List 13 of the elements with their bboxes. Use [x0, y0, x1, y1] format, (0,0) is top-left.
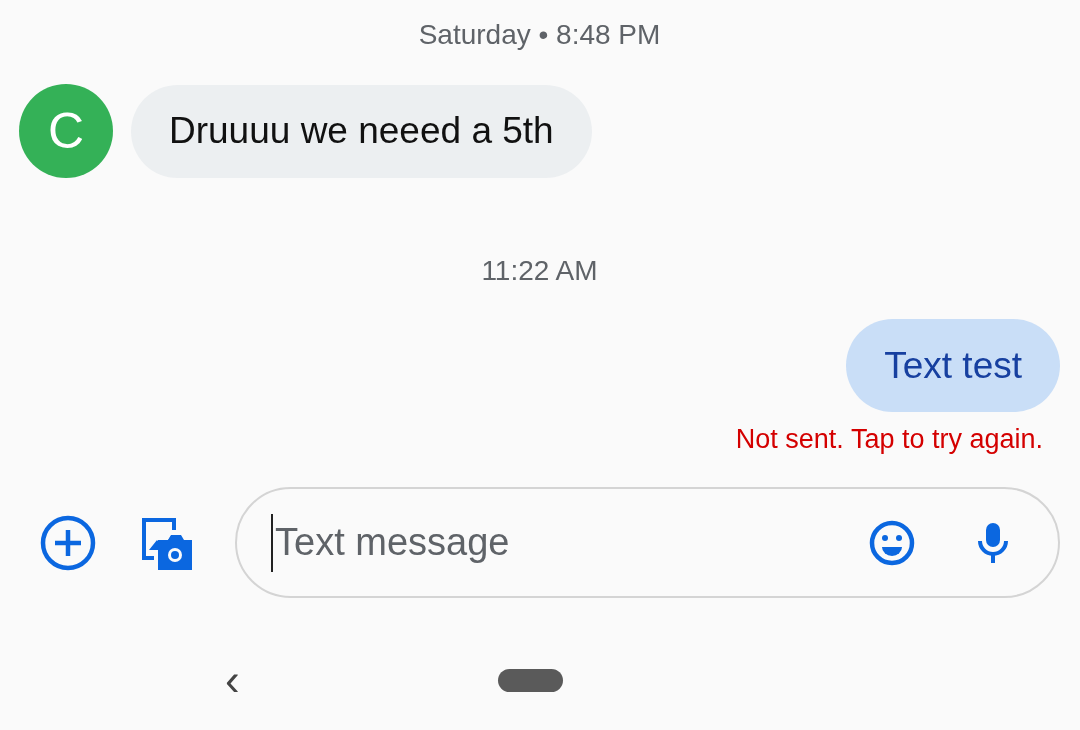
add-icon[interactable]: [40, 514, 96, 571]
microphone-icon[interactable]: [976, 520, 1010, 565]
back-button[interactable]: ‹: [225, 658, 240, 702]
home-pill[interactable]: [497, 668, 563, 692]
message-bubble[interactable]: Druuuu we neeed a 5th: [131, 84, 592, 178]
error-status[interactable]: Not sent. Tap to try again.: [735, 422, 1043, 456]
emoji-icon[interactable]: [868, 518, 916, 567]
timestamp: 11:22 AM: [481, 254, 598, 288]
message-bubble[interactable]: Text test: [846, 319, 1060, 412]
message-input[interactable]: Text message: [273, 521, 868, 564]
avatar: C: [19, 84, 113, 178]
message-field[interactable]: Text message: [235, 487, 1060, 598]
timestamp: Saturday • 8:48 PM: [418, 18, 661, 52]
